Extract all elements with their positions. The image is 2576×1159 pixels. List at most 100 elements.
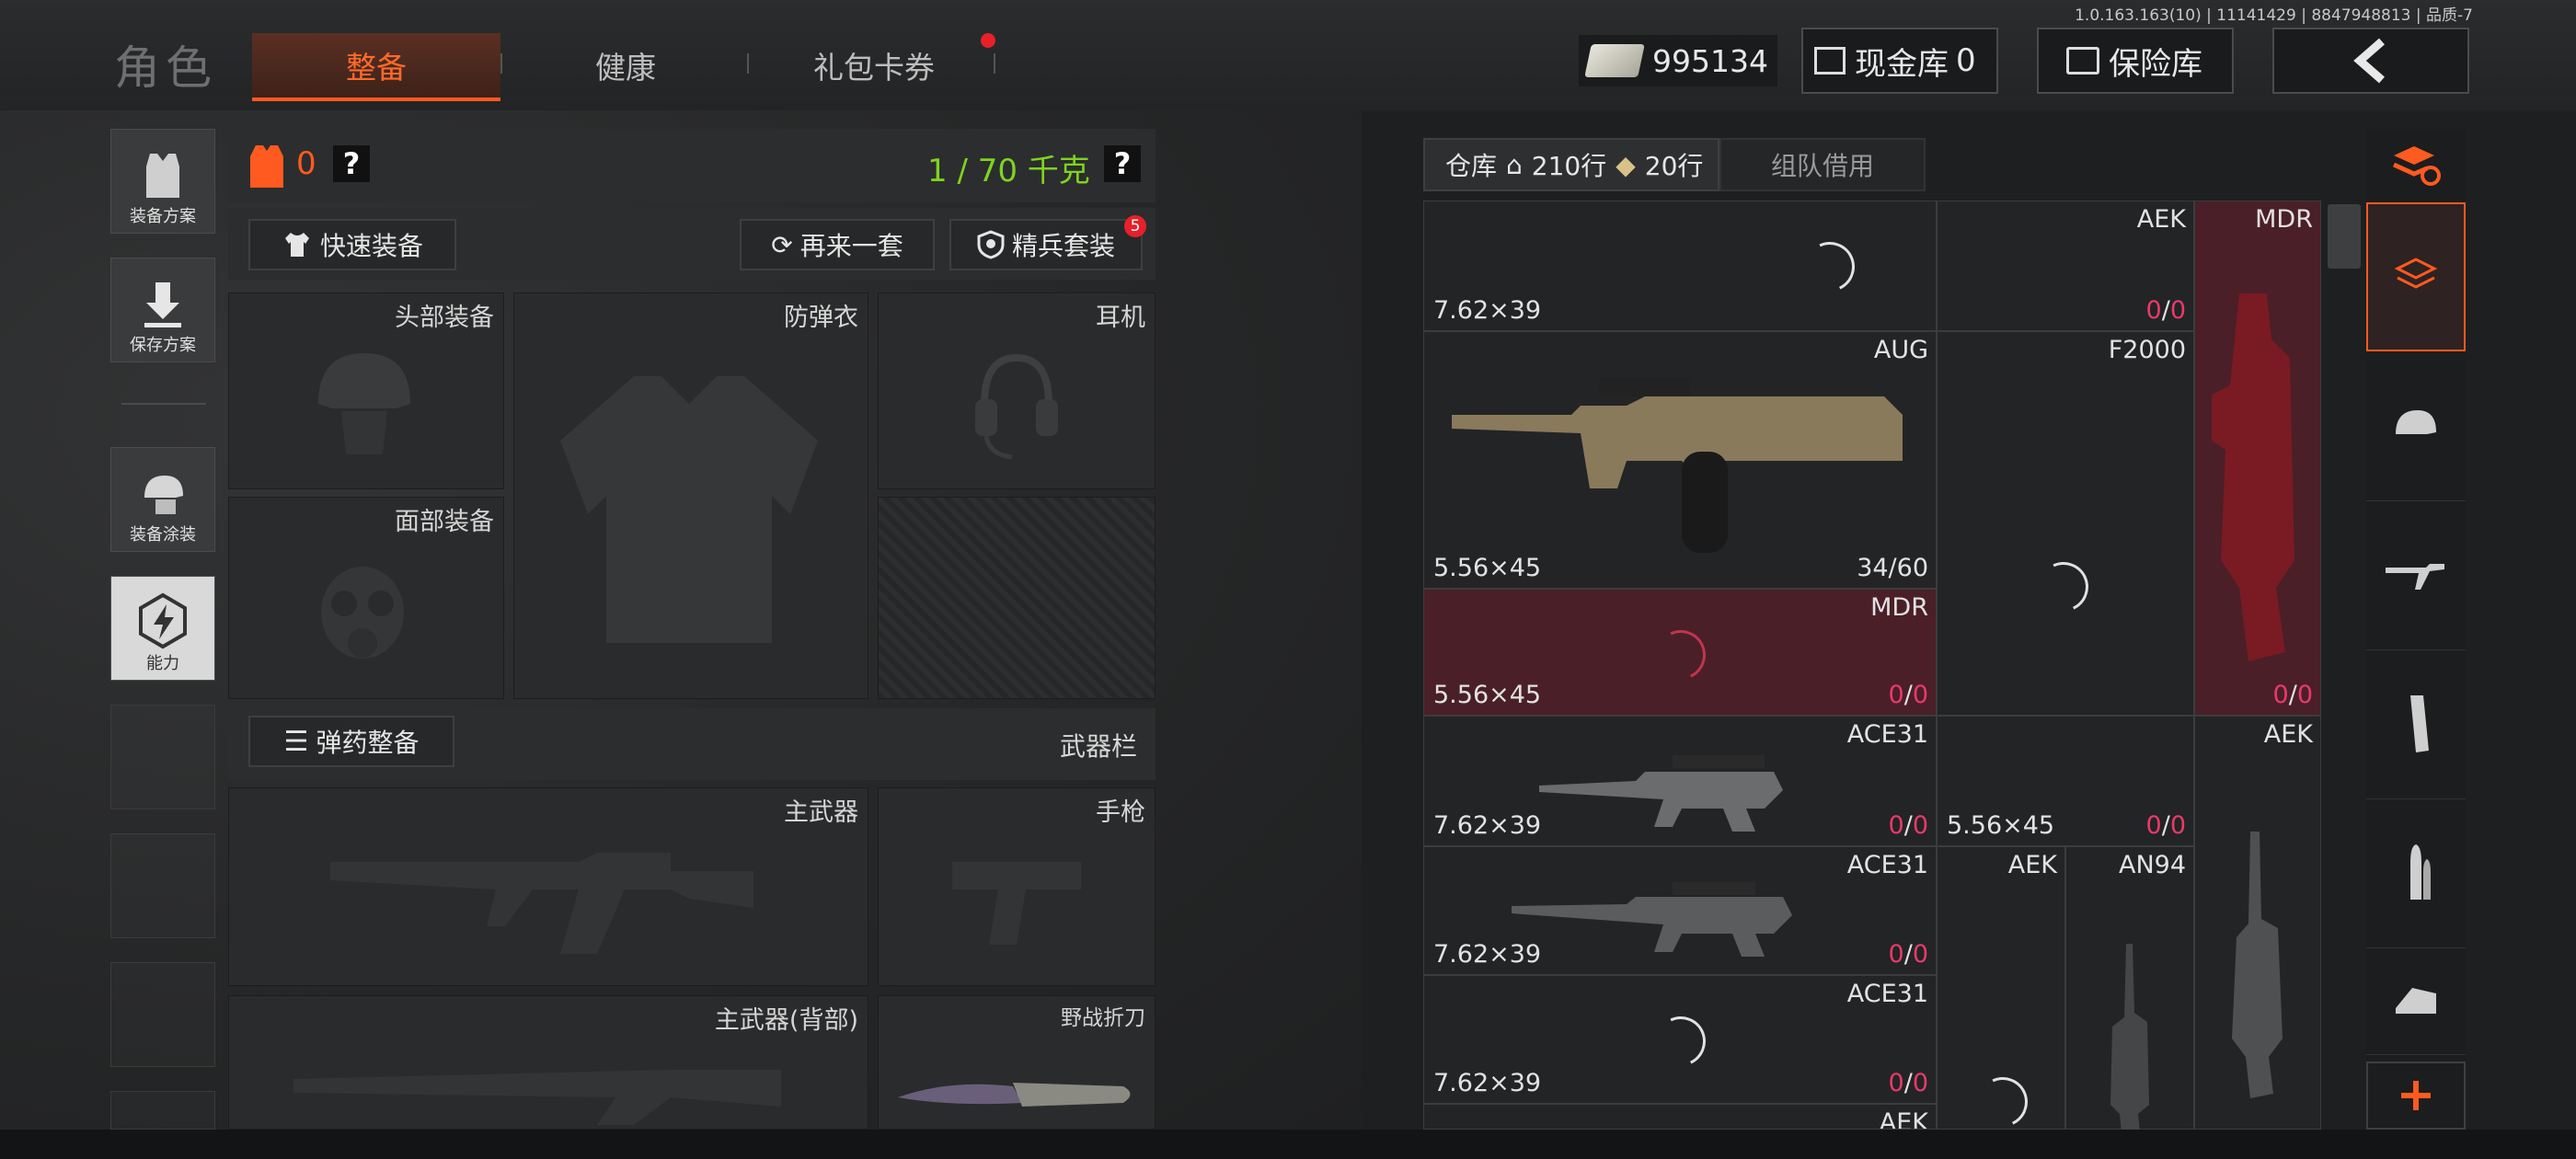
quick-equip-button[interactable]: 快速装备 [248, 219, 456, 270]
item-durability: 0/0 [1888, 811, 1928, 840]
warehouse-item[interactable]: AUG 5.56×45 34/60 [1423, 331, 1937, 589]
scope-icon [2396, 988, 2436, 1014]
shield-icon [977, 230, 1005, 259]
cash-vault-button[interactable]: 现金库 0 [1801, 28, 1998, 94]
save-plan-button[interactable]: 保存方案 [110, 258, 215, 362]
warehouse-item[interactable]: MDR 0/0 [2194, 201, 2321, 716]
value-count: 0 [296, 145, 316, 182]
primary-weapon-label: 主武器 [784, 798, 858, 827]
page-title: 角色 [114, 41, 217, 95]
primary-weapon-slot[interactable]: 主武器 [228, 787, 868, 986]
empty-slot [110, 1091, 215, 1130]
bullet-icon [2410, 844, 2431, 900]
warehouse-item[interactable]: AEK [2194, 716, 2321, 1130]
tab-divider [747, 53, 749, 74]
ammo-list-icon: ☰ [283, 725, 309, 758]
again-button[interactable]: ⟳ 再来一套 [740, 219, 935, 270]
warehouse-item[interactable]: ACE31 7.62×39 0/0 [1423, 846, 1937, 975]
item-caliber: 7.62×39 [1433, 940, 1542, 969]
tab-equip[interactable]: 整备 [252, 33, 500, 101]
tab-warehouse[interactable]: 仓库 ⌂ 210行 ◆ 20行 [1423, 138, 1719, 191]
head-slot-label: 头部装备 [395, 304, 494, 332]
warehouse-item[interactable]: MDR 5.56×45 0/0 [1423, 589, 1937, 716]
item-durability: 0/0 [1888, 1069, 1928, 1097]
layers-refresh-icon [2392, 146, 2441, 186]
notification-dot [981, 33, 995, 48]
elite-set-button[interactable]: 精兵套装 [949, 219, 1143, 270]
warehouse-item[interactable]: 5.56×45 0/0 [1937, 716, 2194, 846]
armor-slot[interactable]: 防弹衣 [513, 293, 868, 699]
sidebar-divider [121, 403, 206, 405]
tab-health[interactable]: 健康 [515, 33, 736, 98]
add-category-button[interactable] [2366, 1061, 2466, 1130]
item-durability: 0/0 [1888, 681, 1928, 709]
item-durability: 0/0 [2145, 296, 2186, 325]
category-magazine[interactable] [2366, 649, 2466, 799]
warehouse-item[interactable]: AN94 [2065, 846, 2194, 1132]
face-slot-label: 面部装备 [395, 508, 494, 536]
category-sort-button[interactable] [2366, 129, 2466, 203]
category-rifle[interactable] [2366, 500, 2466, 650]
tab-divider [994, 53, 995, 74]
warehouse-item[interactable]: AEK [1423, 1104, 1937, 1130]
helmet-paint-icon [144, 476, 183, 514]
extra-rows: 20行 [1644, 151, 1704, 181]
head-slot[interactable]: 头部装备 [228, 293, 504, 489]
item-name: AN94 [2118, 851, 2186, 879]
item-durability: 0/0 [2145, 811, 2186, 840]
tab-team-borrow[interactable]: 组队借用 [1719, 138, 1926, 191]
paint-button[interactable]: 装备涂装 [110, 447, 215, 552]
insurance-label: 保险库 [2109, 45, 2202, 83]
back-button[interactable] [2272, 28, 2469, 94]
scrollbar-thumb[interactable] [2328, 204, 2361, 269]
headset-icon [975, 353, 1058, 460]
category-helmet[interactable] [2366, 351, 2466, 501]
headset-slot[interactable]: 耳机 [878, 293, 1156, 489]
loading-icon [2031, 555, 2096, 619]
stack-icon [2394, 258, 2438, 289]
ticket-icon: ◆ [1616, 149, 1636, 180]
warehouse-item[interactable]: AEK [1937, 846, 2065, 1134]
elite-badge: 5 [1124, 215, 1146, 237]
face-slot[interactable]: 面部装备 [228, 497, 504, 699]
ammo-equip-label: 弹药整备 [316, 728, 420, 758]
weapon-bar-label: 武器栏 [1059, 731, 1137, 762]
ammo-equip-button[interactable]: ☰ 弹药整备 [248, 716, 454, 767]
ace31-rifle-icon [1512, 882, 1792, 957]
loadout-plan-button[interactable]: 装备方案 [110, 129, 215, 234]
lightning-hex-icon [139, 592, 187, 649]
warehouse-item[interactable]: ACE31 7.62×39 0/0 [1423, 975, 1937, 1104]
item-name: MDR [2255, 205, 2313, 234]
aek-rifle-icon [2232, 832, 2283, 1098]
ace31-rifle-icon [1539, 755, 1783, 832]
category-all[interactable] [2366, 202, 2466, 351]
download-icon [144, 282, 181, 327]
save-plan-label: 保存方案 [130, 336, 196, 355]
help-button[interactable]: ? [333, 145, 370, 182]
plus-icon [2401, 1081, 2431, 1110]
item-name: AEK [1879, 1108, 1928, 1130]
weight-help-button[interactable]: ? [1104, 145, 1141, 182]
warehouse-item[interactable]: 7.62×39 [1423, 201, 1937, 331]
item-caliber: 5.56×45 [1433, 554, 1542, 582]
warehouse-item[interactable]: ACE31 7.62×39 0/0 [1423, 716, 1937, 846]
knife-slot[interactable]: 野战折刀 [878, 995, 1156, 1130]
item-caliber: 5.56×45 [1947, 811, 2055, 840]
again-label: 再来一套 [799, 231, 903, 261]
pistol-slot[interactable]: 手枪 [878, 787, 1156, 986]
paint-label: 装备涂装 [130, 525, 196, 545]
item-name: AEK [2007, 851, 2057, 879]
armor-slot-label: 防弹衣 [784, 304, 858, 332]
empty-slot [110, 833, 215, 938]
cash-vault-label: 现金库 [1855, 45, 1949, 83]
category-ammo[interactable] [2366, 798, 2466, 948]
warehouse-item[interactable]: F2000 [1937, 331, 2194, 716]
category-attachment[interactable] [2366, 947, 2466, 1055]
warehouse-tab-label: 仓库 [1445, 151, 1498, 181]
tab-gifts[interactable]: 礼包卡券 [754, 33, 994, 98]
back-weapon-slot[interactable]: 主武器(背部) [228, 995, 868, 1130]
ability-button[interactable]: 能力 [110, 576, 215, 681]
warehouse-item[interactable]: AEK 0/0 [1937, 201, 2194, 331]
insurance-vault-button[interactable]: 保险库 [2037, 28, 2234, 94]
item-caliber: 5.56×45 [1433, 681, 1542, 709]
